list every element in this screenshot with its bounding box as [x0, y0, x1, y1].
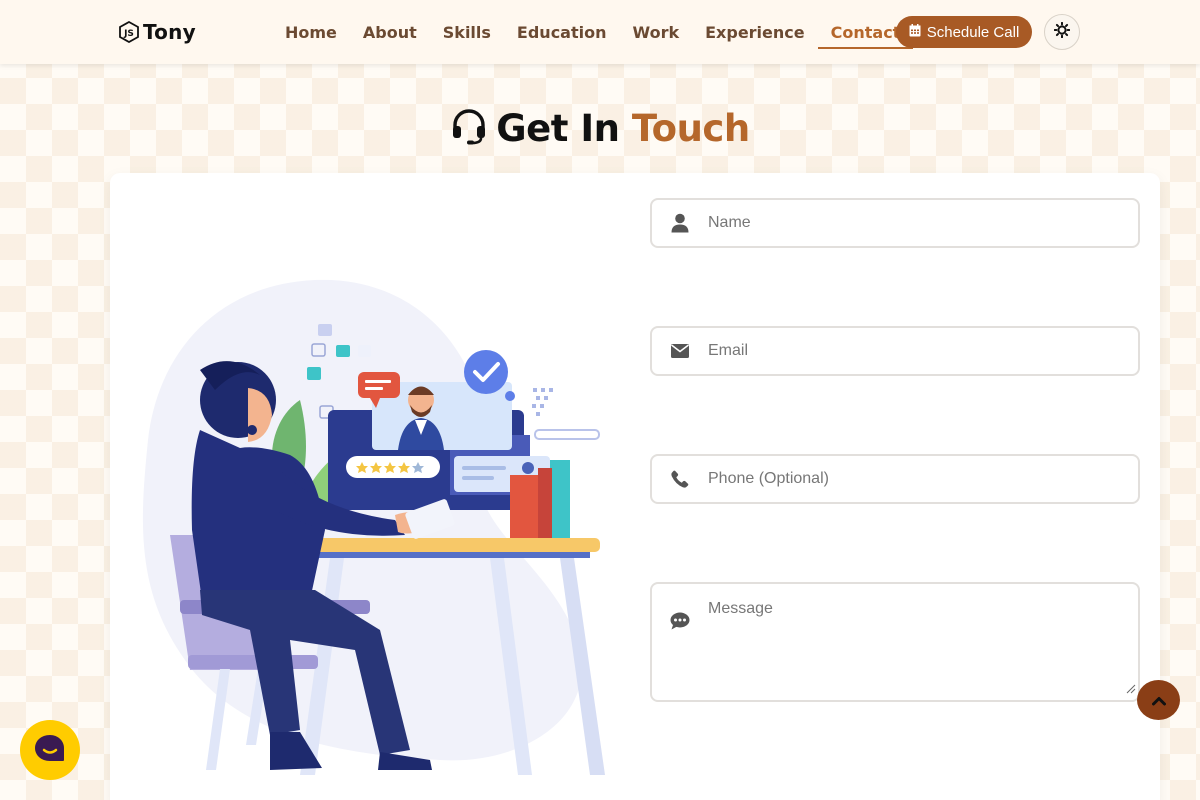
comment-dots-icon — [652, 584, 708, 658]
phone-field[interactable]: Phone (Optional) — [650, 454, 1140, 504]
schedule-call-label: Schedule Call — [926, 23, 1020, 41]
email-field[interactable]: Email — [650, 326, 1140, 376]
headset-icon — [450, 107, 488, 149]
navbar: JS Tony Home About Skills Education Work… — [0, 0, 1200, 64]
section-heading: Get In Touch — [0, 104, 1200, 152]
contact-illustration — [140, 270, 610, 790]
section-title-accent: Touch — [631, 106, 750, 150]
chat-launcher-button[interactable] — [20, 720, 80, 780]
chat-bubble-icon — [33, 732, 67, 768]
chevron-up-icon — [1151, 691, 1166, 710]
sun-icon — [1053, 21, 1071, 42]
nav-work[interactable]: Work — [620, 18, 693, 49]
email-placeholder: Email — [708, 342, 749, 359]
name-placeholder: Name — [708, 214, 751, 231]
envelope-icon — [652, 328, 708, 374]
svg-text:JS: JS — [123, 29, 134, 39]
schedule-call-button[interactable]: Schedule Call — [896, 16, 1032, 48]
scroll-to-top-button[interactable] — [1137, 680, 1180, 720]
nav-menu: Home About Skills Education Work Experie… — [272, 18, 914, 50]
nav-education[interactable]: Education — [504, 18, 620, 49]
calendar-icon — [909, 23, 921, 41]
brand-name: Tony — [143, 20, 196, 44]
js-hexagon-icon: JS — [119, 21, 139, 43]
nav-skills[interactable]: Skills — [430, 18, 504, 49]
section-title-main: Get In — [496, 106, 620, 150]
theme-toggle-button[interactable] — [1044, 14, 1080, 50]
section-title: Get In Touch — [496, 106, 750, 150]
message-placeholder: Message — [708, 600, 773, 617]
name-field[interactable]: Name — [650, 198, 1140, 248]
nav-experience[interactable]: Experience — [692, 18, 818, 49]
nav-home[interactable]: Home — [272, 18, 350, 49]
phone-placeholder: Phone (Optional) — [708, 470, 829, 487]
message-field[interactable]: Message — [650, 582, 1140, 702]
user-icon — [652, 200, 708, 246]
nav-about[interactable]: About — [350, 18, 430, 49]
phone-icon — [652, 456, 708, 502]
resize-handle-icon[interactable] — [1126, 679, 1136, 698]
brand-logo[interactable]: JS Tony — [119, 20, 196, 44]
